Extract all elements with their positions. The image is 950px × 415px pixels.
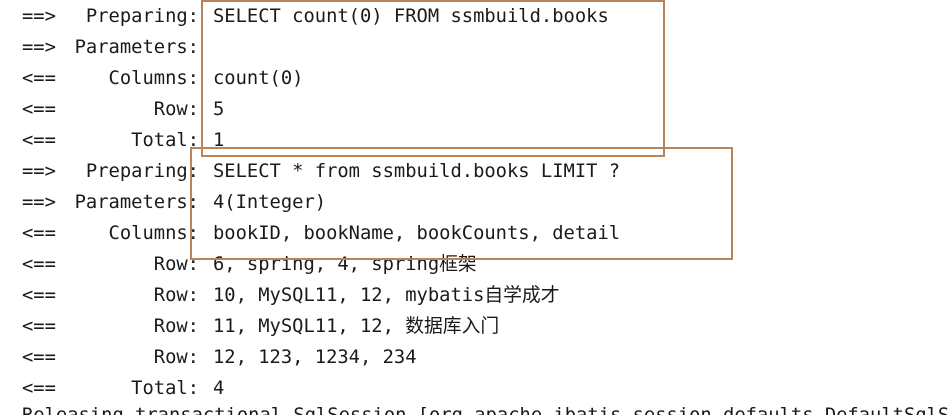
log-direction-arrow: <== <box>22 223 56 244</box>
log-direction-arrow: ==> <box>22 6 56 27</box>
log-direction-arrow: <== <box>22 68 56 89</box>
log-direction-arrow: <== <box>22 285 56 306</box>
log-line-label: Parameters: <box>74 37 199 58</box>
log-line-label: Row: <box>153 347 199 368</box>
log-direction-arrow: ==> <box>22 37 56 58</box>
log-line-content: 11, MySQL11, 12, 数据库入门 <box>213 316 500 337</box>
log-line-content: 10, MySQL11, 12, mybatis自学成才 <box>213 285 560 306</box>
log-line-content: 5 <box>213 99 225 120</box>
cut-off-log-line: Releasing transactional SqlSession [org.… <box>0 400 950 415</box>
log-line-content: SELECT * from ssmbuild.books LIMIT ? <box>213 161 621 182</box>
log-line-content: SELECT count(0) FROM ssmbuild.books <box>213 6 609 27</box>
log-line-label: Total: <box>131 130 199 151</box>
log-line-label: Row: <box>153 316 199 337</box>
log-line-label: Row: <box>153 285 199 306</box>
log-direction-arrow: ==> <box>22 161 56 182</box>
log-line-content: 6, spring, 4, spring框架 <box>213 254 477 275</box>
log-line-label: Row: <box>153 99 199 120</box>
log-line-label: Columns: <box>108 68 199 89</box>
cut-off-log-text: Releasing transactional SqlSession [org.… <box>22 400 950 415</box>
log-line-label: Parameters: <box>74 192 199 213</box>
log-direction-arrow: <== <box>22 254 56 275</box>
log-line-label: Preparing: <box>85 161 199 182</box>
console-output: ==> Preparing: SELECT count(0) FROM ssmbui… <box>0 0 950 415</box>
log-line-content: 12, 123, 1234, 234 <box>213 347 417 368</box>
log-line-content: bookID, bookName, bookCounts, detail <box>213 223 621 244</box>
log-direction-arrow: <== <box>22 99 56 120</box>
log-direction-arrow: <== <box>22 347 56 368</box>
log-direction-arrow: ==> <box>22 192 56 213</box>
log-line-label: Preparing: <box>85 6 199 27</box>
log-line-content: count(0) <box>213 68 304 89</box>
log-line-label: Row: <box>153 254 199 275</box>
log-line-content: 1 <box>213 130 225 151</box>
log-line-content: 4(Integer) <box>213 192 327 213</box>
log-line-label: Columns: <box>108 223 199 244</box>
log-direction-arrow: <== <box>22 316 56 337</box>
log-direction-arrow: <== <box>22 130 56 151</box>
